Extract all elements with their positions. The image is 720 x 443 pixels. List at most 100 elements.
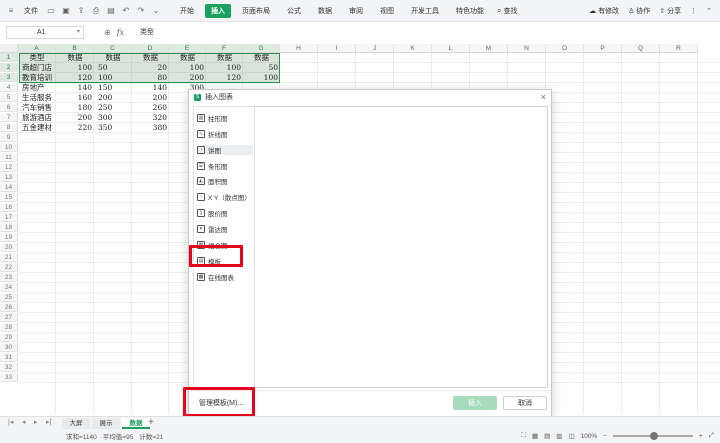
column-header[interactable]: F bbox=[206, 44, 243, 53]
first-sheet-icon[interactable]: |◂ bbox=[8, 418, 13, 426]
cell[interactable]: 100 bbox=[56, 63, 94, 72]
tab-special[interactable]: 特色功能 bbox=[450, 4, 490, 18]
reading-icon[interactable]: ◫ bbox=[568, 432, 574, 440]
file-menu[interactable]: 文件 bbox=[24, 6, 38, 16]
normal-view-icon[interactable]: ▦ bbox=[532, 432, 538, 440]
prev-sheet-icon[interactable]: ◂ bbox=[22, 418, 26, 426]
zoom-in-icon[interactable]: + bbox=[699, 433, 703, 440]
cell[interactable]: 类型 bbox=[18, 53, 56, 62]
collab-button[interactable]: ♙ 协作 bbox=[628, 6, 650, 16]
column-header[interactable]: N bbox=[508, 44, 546, 53]
column-header[interactable]: I bbox=[318, 44, 356, 53]
row-header[interactable]: 23 bbox=[0, 273, 18, 282]
cell[interactable]: 250 bbox=[94, 103, 132, 112]
row-header[interactable]: 12 bbox=[0, 163, 18, 172]
sheet-tab-dashboard[interactable]: 大屏 bbox=[62, 418, 90, 429]
last-sheet-icon[interactable]: ▸| bbox=[46, 418, 51, 426]
chart-type-bar-chart[interactable]: ☰ 条形图 bbox=[197, 161, 253, 171]
cell[interactable]: 220 bbox=[56, 123, 94, 132]
row-header[interactable]: 10 bbox=[0, 143, 18, 152]
next-sheet-icon[interactable]: ▸ bbox=[34, 418, 38, 426]
tab-formulas[interactable]: 公式 bbox=[281, 4, 307, 18]
select-all-corner[interactable] bbox=[0, 44, 18, 53]
tab-page-layout[interactable]: 页面布局 bbox=[236, 4, 276, 18]
cell[interactable]: 140 bbox=[56, 83, 94, 92]
column-header[interactable]: M bbox=[470, 44, 508, 53]
insert-button[interactable]: 插入 bbox=[453, 396, 497, 410]
cell[interactable]: 120 bbox=[206, 73, 243, 82]
row-header[interactable]: 22 bbox=[0, 263, 18, 272]
zoom-search-icon[interactable]: ⊕ bbox=[104, 28, 111, 37]
close-icon[interactable]: × bbox=[541, 92, 546, 102]
cell[interactable]: 200 bbox=[56, 113, 94, 122]
cell[interactable]: 80 bbox=[132, 73, 169, 82]
row-header[interactable]: 19 bbox=[0, 233, 18, 242]
column-header[interactable]: C bbox=[94, 44, 132, 53]
cell[interactable]: 数据 bbox=[132, 53, 169, 62]
collapse-icon[interactable]: ⌃ bbox=[706, 7, 712, 15]
cell[interactable]: 50 bbox=[94, 63, 132, 72]
more-icon[interactable]: ⋮ bbox=[690, 7, 697, 15]
column-header[interactable]: E bbox=[169, 44, 206, 53]
cell[interactable]: 数据 bbox=[243, 53, 280, 62]
cell[interactable]: 100 bbox=[206, 63, 243, 72]
manage-templates-button[interactable]: 管理模板(M)... bbox=[193, 396, 249, 410]
formula-input[interactable]: 类型 bbox=[136, 26, 716, 39]
chart-type-line-chart[interactable]: ∿ 折线图 bbox=[197, 129, 253, 139]
column-header[interactable]: G bbox=[243, 44, 280, 53]
zoom-knob[interactable] bbox=[650, 432, 658, 440]
name-box[interactable]: A1 ▾ bbox=[6, 26, 84, 39]
row-header[interactable]: 1 bbox=[0, 53, 18, 62]
cell[interactable]: 生活服务 bbox=[18, 93, 56, 102]
row-header[interactable]: 28 bbox=[0, 323, 18, 332]
cell[interactable]: 180 bbox=[56, 103, 94, 112]
chart-type-pie-chart[interactable]: ◔ 饼图 bbox=[197, 145, 253, 155]
dropdown-icon[interactable]: ⌄ bbox=[151, 6, 161, 16]
cell[interactable]: 200 bbox=[169, 73, 206, 82]
chart-type-column-chart[interactable]: ▥ 柱形图 bbox=[197, 113, 253, 123]
row-header[interactable]: 15 bbox=[0, 193, 18, 202]
share-button[interactable]: ⇧ 分享 bbox=[659, 6, 681, 16]
folder-icon[interactable]: ▭ bbox=[46, 6, 56, 16]
cell[interactable]: 数据 bbox=[169, 53, 206, 62]
page-view-icon[interactable]: ▤ bbox=[544, 432, 550, 440]
save-icon[interactable]: ▣ bbox=[61, 6, 71, 16]
row-header[interactable]: 18 bbox=[0, 223, 18, 232]
row-header[interactable]: 3 bbox=[0, 73, 18, 82]
row-header[interactable]: 7 bbox=[0, 113, 18, 122]
cell[interactable]: 100 bbox=[94, 73, 132, 82]
cell[interactable]: 50 bbox=[243, 63, 280, 72]
cell[interactable]: 商超门店 bbox=[18, 63, 56, 72]
redo-icon[interactable]: ↷ bbox=[136, 6, 146, 16]
tab-home[interactable]: 开始 bbox=[174, 4, 200, 18]
column-header[interactable]: B bbox=[56, 44, 94, 53]
row-header[interactable]: 33 bbox=[0, 373, 18, 382]
add-sheet-icon[interactable]: + bbox=[148, 417, 154, 428]
row-header[interactable]: 17 bbox=[0, 213, 18, 222]
sheet-tab-display[interactable]: 展示 bbox=[92, 418, 120, 429]
column-header[interactable]: O bbox=[546, 44, 584, 53]
chart-type-radar-chart[interactable]: ✶ 雷达图 bbox=[197, 224, 253, 234]
column-header[interactable]: L bbox=[432, 44, 470, 53]
unsaved-indicator[interactable]: ☁ 有修改 bbox=[589, 6, 619, 16]
cell[interactable]: 150 bbox=[94, 83, 132, 92]
row-header[interactable]: 6 bbox=[0, 103, 18, 112]
cell[interactable]: 五金建材 bbox=[18, 123, 56, 132]
preview-icon[interactable]: ▤ bbox=[106, 6, 116, 16]
column-header[interactable]: Q bbox=[622, 44, 660, 53]
print-icon[interactable]: ⎙ bbox=[91, 6, 101, 16]
cell[interactable]: 300 bbox=[94, 113, 132, 122]
column-header[interactable]: P bbox=[584, 44, 622, 53]
row-header[interactable]: 9 bbox=[0, 133, 18, 142]
row-header[interactable]: 20 bbox=[0, 243, 18, 252]
row-header[interactable]: 8 bbox=[0, 123, 18, 132]
row-header[interactable]: 14 bbox=[0, 183, 18, 192]
cell[interactable]: 140 bbox=[132, 83, 169, 92]
row-header[interactable]: 13 bbox=[0, 173, 18, 182]
undo-icon[interactable]: ↶ bbox=[121, 6, 131, 16]
cell[interactable]: 汽车销售 bbox=[18, 103, 56, 112]
chart-type-area-chart[interactable]: ◭ 面积图 bbox=[197, 176, 253, 186]
tab-insert[interactable]: 插入 bbox=[205, 3, 231, 18]
row-header[interactable]: 21 bbox=[0, 253, 18, 262]
cell[interactable]: 120 bbox=[56, 73, 94, 82]
